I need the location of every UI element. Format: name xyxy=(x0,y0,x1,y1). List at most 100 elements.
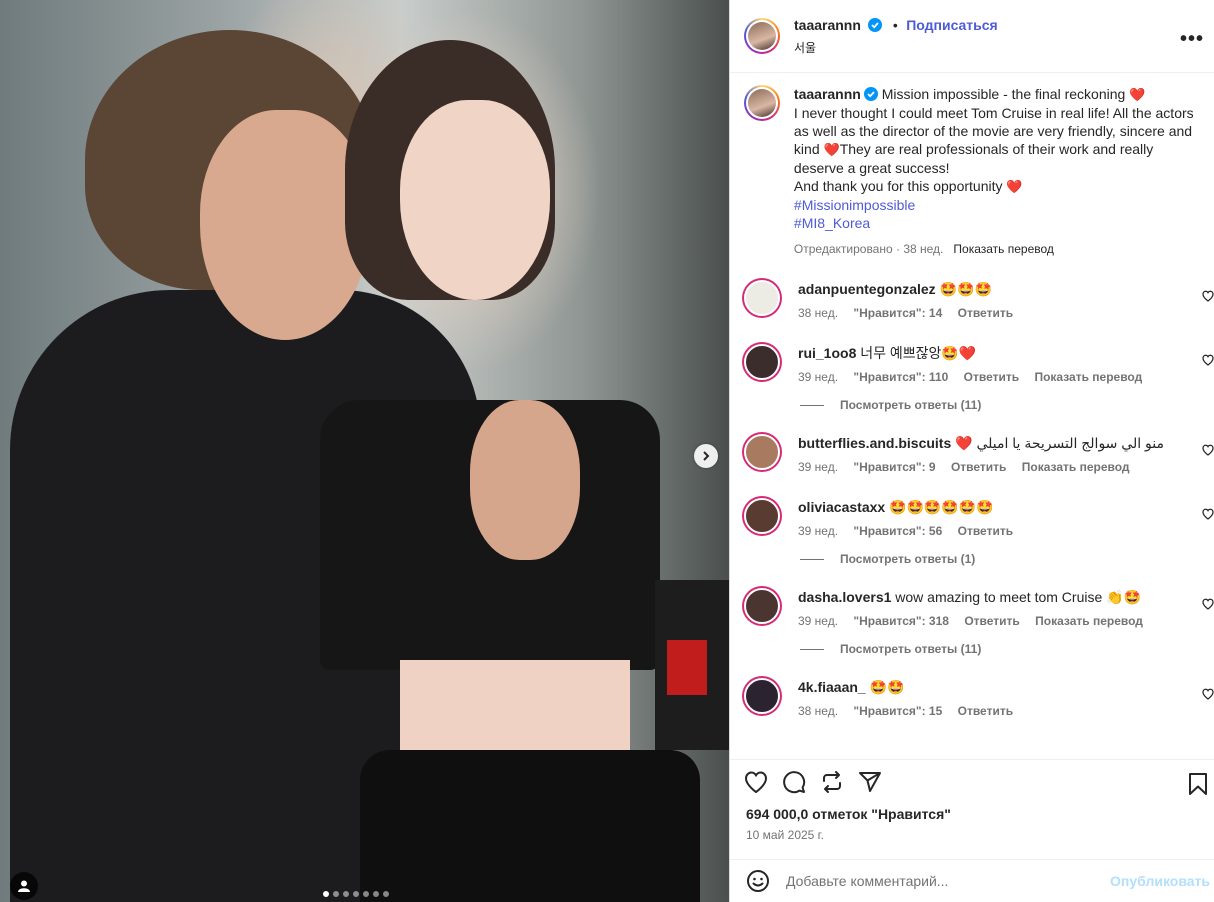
heart-emoji: ❤️ xyxy=(1006,179,1023,194)
add-comment-bar: Опубликовать xyxy=(730,859,1214,902)
tagged-users-button[interactable] xyxy=(10,872,38,900)
comment-item: 4k.fiaaan_ 🤩🤩 38 нед. "Нравится": 15 Отв… xyxy=(730,678,1214,720)
comment-item: rui_1oo8 너무 예쁘잖앙🤩❤️ 39 нед. "Нравится": … xyxy=(730,344,1214,386)
avatar[interactable] xyxy=(744,344,780,380)
comment-likes[interactable]: "Нравится": 9 xyxy=(853,460,935,474)
send-icon xyxy=(859,772,881,792)
verified-icon xyxy=(868,17,883,32)
view-replies-button[interactable]: Посмотреть ответы (11) xyxy=(800,642,1214,656)
likes-count[interactable]: 694 000,0 отметок "Нравится" xyxy=(746,806,1214,822)
comment-likes[interactable]: "Нравится": 110 xyxy=(853,370,948,384)
avatar[interactable] xyxy=(744,85,780,121)
view-replies-label: Посмотреть ответы (1) xyxy=(840,552,976,566)
comment-button[interactable] xyxy=(782,770,806,794)
comment-likes[interactable]: "Нравится": 14 xyxy=(853,306,942,320)
heart-icon xyxy=(744,771,768,793)
comment-age: 38 нед. xyxy=(798,704,839,718)
comment-text: 너무 예쁘잖앙🤩❤️ xyxy=(860,345,977,361)
save-button[interactable] xyxy=(1188,772,1208,801)
share-button[interactable] xyxy=(858,770,882,794)
comment-username[interactable]: adanpuentegonzalez xyxy=(798,281,936,297)
post-actions: 694 000,0 отметок "Нравится" 10 май 2025… xyxy=(730,759,1214,860)
comment-item: dasha.lovers1 wow amazing to meet tom Cr… xyxy=(730,588,1214,630)
heart-icon[interactable] xyxy=(1202,290,1214,302)
avatar[interactable] xyxy=(744,498,780,534)
caption-text: Mission impossible - the final reckoning xyxy=(877,86,1130,102)
more-options-button[interactable]: ••• xyxy=(1180,28,1204,51)
reply-button[interactable]: Ответить xyxy=(951,460,1006,474)
comment-username[interactable]: butterflies.and.biscuits xyxy=(798,435,951,451)
translate-link[interactable]: Показать перевод xyxy=(1022,460,1130,474)
comment-likes[interactable]: "Нравится": 15 xyxy=(853,704,942,718)
reply-button[interactable]: Ответить xyxy=(964,370,1019,384)
photo-figure xyxy=(400,660,630,760)
reply-button[interactable]: Ответить xyxy=(958,524,1013,538)
comment-age: 39 нед. xyxy=(798,614,839,628)
heart-icon[interactable] xyxy=(1202,508,1214,520)
post-header: taaarannn • Подписаться 서울 ••• xyxy=(730,0,1214,73)
carousel-next-button[interactable] xyxy=(694,444,718,468)
comment-input[interactable] xyxy=(784,872,1108,890)
photo-figure xyxy=(470,400,580,560)
repost-button[interactable] xyxy=(820,770,844,794)
heart-icon[interactable] xyxy=(1202,354,1214,366)
comment-age: 39 нед. xyxy=(798,370,839,384)
location-link[interactable]: 서울 xyxy=(794,39,998,56)
caption-text: And thank you for this opportunity xyxy=(793,178,1007,194)
caption-username[interactable]: taaarannn xyxy=(794,86,861,102)
avatar[interactable] xyxy=(744,18,780,54)
carousel-dot xyxy=(373,891,379,897)
view-replies-button[interactable]: Посмотреть ответы (1) xyxy=(800,552,1214,566)
comment-icon xyxy=(783,771,806,794)
author-username[interactable]: taaarannn xyxy=(794,17,861,33)
follow-button[interactable]: Подписаться xyxy=(906,17,998,33)
emoji-icon[interactable] xyxy=(746,869,770,893)
comments-scroll[interactable]: taaarannn Mission impossible - the final… xyxy=(730,73,1214,759)
comment-username[interactable]: dasha.lovers1 xyxy=(798,589,891,605)
separator: • xyxy=(892,16,898,33)
comment-username[interactable]: oliviacastaxx xyxy=(798,499,885,515)
repost-icon xyxy=(823,771,841,793)
translate-link[interactable]: Показать перевод xyxy=(1035,614,1143,628)
avatar[interactable] xyxy=(744,280,780,316)
caption-text: They are real professionals of their wor… xyxy=(793,141,1154,176)
heart-emoji: ❤️ xyxy=(1129,87,1146,102)
reply-button[interactable]: Ответить xyxy=(958,306,1013,320)
carousel-dot xyxy=(343,891,349,897)
post-detail-panel: taaarannn • Подписаться 서울 ••• taaarannn… xyxy=(729,0,1214,902)
comment-item: butterflies.and.biscuits ❤️ منو الي سوال… xyxy=(730,434,1214,476)
publish-button[interactable]: Опубликовать xyxy=(1110,873,1210,889)
comment-likes[interactable]: "Нравится": 56 xyxy=(853,524,942,538)
translate-link[interactable]: Показать перевод xyxy=(1034,370,1142,384)
post-caption: taaarannn Mission impossible - the final… xyxy=(730,73,1214,258)
comment-username[interactable]: 4k.fiaaan_ xyxy=(798,679,866,695)
reply-button[interactable]: Ответить xyxy=(964,614,1019,628)
comment-age: 39 нед. xyxy=(798,524,839,538)
reply-button[interactable]: Ответить xyxy=(958,704,1013,718)
post-photo[interactable] xyxy=(0,0,729,902)
comment-item: oliviacastaxx 🤩🤩🤩🤩🤩🤩 39 нед. "Нравится":… xyxy=(730,498,1214,540)
photo-figure xyxy=(360,750,700,902)
carousel-dot xyxy=(353,891,359,897)
comment-age: 39 нед. xyxy=(798,460,839,474)
avatar[interactable] xyxy=(744,588,780,624)
hashtag-link[interactable]: #Missionimpossible xyxy=(794,196,1198,214)
comment-text: 🤩🤩 xyxy=(869,679,905,695)
like-button[interactable] xyxy=(744,771,768,793)
view-replies-button[interactable]: Посмотреть ответы (11) xyxy=(800,398,1214,412)
avatar[interactable] xyxy=(744,434,780,470)
heart-icon[interactable] xyxy=(1202,444,1214,456)
view-replies-label: Посмотреть ответы (11) xyxy=(840,398,982,412)
translate-link[interactable]: Показать перевод xyxy=(953,242,1054,256)
chevron-right-icon xyxy=(703,451,710,461)
bookmark-icon xyxy=(1189,773,1207,795)
carousel-dot xyxy=(363,891,369,897)
avatar[interactable] xyxy=(744,678,780,714)
carousel-dot xyxy=(383,891,389,897)
heart-icon[interactable] xyxy=(1202,598,1214,610)
hashtag-link[interactable]: #MI8_Korea xyxy=(794,214,1198,232)
carousel-dot xyxy=(323,891,329,897)
comment-username[interactable]: rui_1oo8 xyxy=(798,345,856,361)
heart-icon[interactable] xyxy=(1202,688,1214,700)
comment-likes[interactable]: "Нравится": 318 xyxy=(853,614,949,628)
